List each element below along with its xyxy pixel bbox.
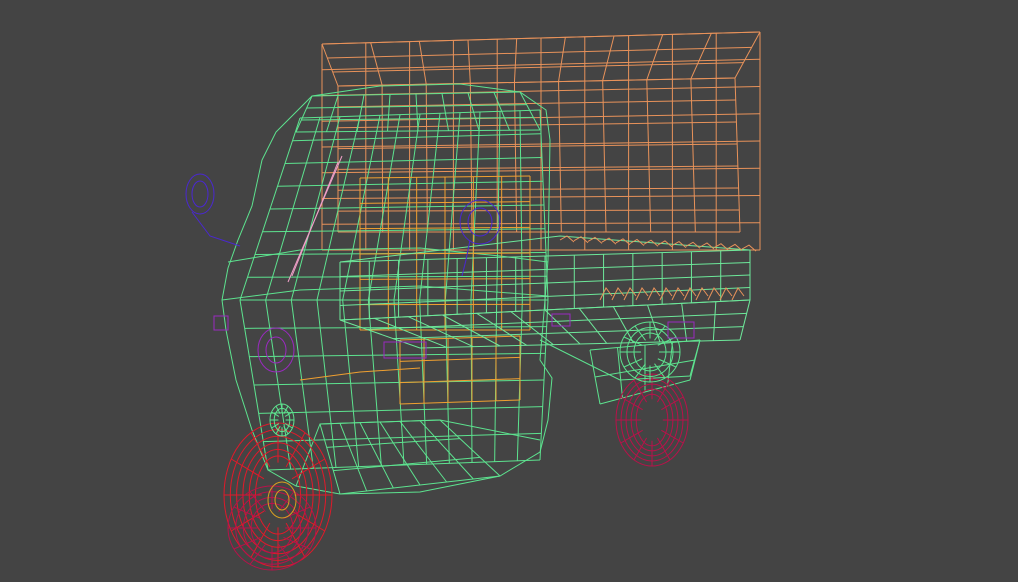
canopy-top-wire bbox=[321, 43, 339, 87]
cab-floor-wire bbox=[399, 421, 448, 483]
canopy-inner-wire bbox=[646, 79, 652, 233]
bed-spring bbox=[671, 287, 685, 301]
front-wheel-wireframe bbox=[223, 403, 333, 571]
wireframe-model[interactable] bbox=[0, 0, 1018, 582]
bed-spring bbox=[707, 287, 721, 301]
bed-spring bbox=[611, 287, 625, 301]
canopy-top-wire bbox=[602, 35, 615, 81]
cab-roof-wire bbox=[415, 93, 419, 132]
tail-light bbox=[667, 321, 695, 339]
canopy-inner-wire bbox=[602, 80, 607, 233]
canopy-inner-wire bbox=[558, 81, 562, 233]
bed-spring bbox=[731, 287, 745, 301]
cab-floor-wire bbox=[319, 423, 341, 495]
canopy-top-wire bbox=[734, 31, 761, 79]
canopy-inner-wire bbox=[337, 209, 740, 212]
cab-waist-line bbox=[221, 285, 549, 301]
front-wheel-ring bbox=[255, 455, 301, 535]
cab-floor-wire bbox=[339, 423, 368, 492]
canopy-top-wire bbox=[418, 41, 427, 85]
front-wheel-ring bbox=[230, 458, 265, 480]
cab-roof-wire bbox=[441, 93, 449, 131]
left-mirror-icon bbox=[185, 173, 215, 215]
seat-wire bbox=[359, 226, 531, 230]
bed-floor-wire bbox=[373, 317, 447, 348]
cab-roof-wire bbox=[295, 95, 313, 133]
interior-edge bbox=[299, 367, 421, 381]
rear-wheel-wireframe bbox=[615, 321, 689, 467]
bed-floor-wire bbox=[578, 308, 608, 344]
wiper-arm bbox=[291, 161, 339, 277]
bed-floor-wire bbox=[544, 309, 581, 345]
bed-floor-wire bbox=[739, 299, 751, 341]
canopy-top-wire bbox=[513, 38, 518, 83]
seat-wire bbox=[359, 278, 531, 280]
right-mirror-icon bbox=[459, 199, 501, 245]
canopy-inner-wire bbox=[690, 78, 696, 233]
cab-floor-wire bbox=[359, 422, 394, 489]
bed-spring bbox=[635, 287, 649, 301]
bed-spring bbox=[615, 238, 631, 246]
bed-spring bbox=[699, 242, 715, 250]
bed-floor-wire bbox=[712, 301, 717, 341]
engine-wire bbox=[399, 399, 521, 405]
canopy-top-wire bbox=[332, 62, 744, 73]
cab-floor-wire bbox=[379, 421, 421, 486]
cab-roof-wire bbox=[326, 95, 339, 132]
front-indicator bbox=[383, 341, 427, 359]
canopy-top-wire bbox=[370, 42, 383, 86]
headlight-lens bbox=[265, 336, 287, 364]
headlight-icon bbox=[257, 327, 295, 373]
canopy-inner-wire bbox=[734, 77, 741, 233]
cab-roof-wire bbox=[356, 94, 365, 132]
cab-floor-wire bbox=[419, 420, 474, 480]
bed-spring bbox=[647, 287, 661, 301]
canopy-inner-wire bbox=[337, 77, 736, 87]
canopy-top-wire bbox=[327, 46, 752, 59]
canopy-top-wire bbox=[467, 39, 471, 84]
canopy-inner-wire bbox=[337, 187, 739, 191]
wiper-wireframe bbox=[287, 155, 343, 283]
left-mirror-arm bbox=[191, 211, 241, 247]
bed-spring bbox=[719, 287, 733, 301]
3d-viewport[interactable] bbox=[0, 0, 1018, 582]
canopy-top-wire bbox=[690, 33, 712, 80]
cab-roof-wire bbox=[387, 94, 391, 132]
canopy-top-wire bbox=[558, 37, 566, 82]
bed-spring bbox=[623, 287, 637, 301]
cab-floor-line bbox=[295, 419, 541, 487]
bed-floor-wire bbox=[339, 319, 421, 349]
cab-floor-wire bbox=[333, 456, 481, 472]
canopy-top-wire bbox=[646, 34, 664, 80]
left-mirror-glass bbox=[191, 180, 209, 208]
